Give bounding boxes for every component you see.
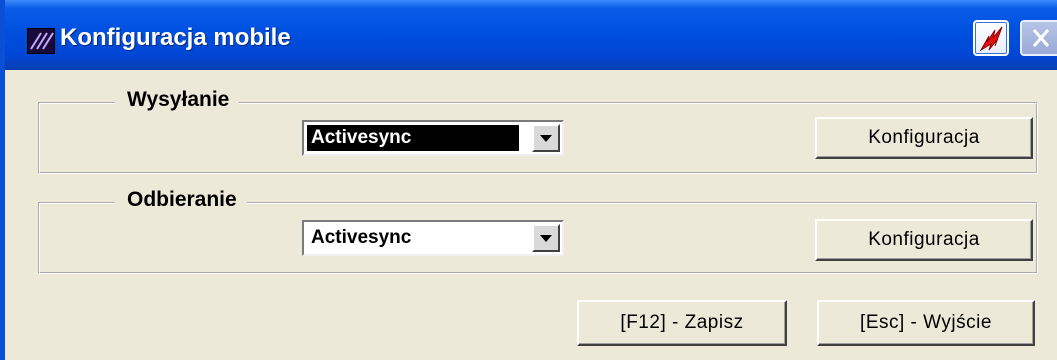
sending-method-value: Activesync — [307, 125, 519, 151]
exit-button[interactable]: [Esc] - Wyjście — [817, 300, 1035, 346]
sending-method-select[interactable]: Activesync — [302, 120, 564, 156]
sending-group-label: Wysyłanie — [115, 88, 240, 112]
lightning-icon — [979, 26, 1003, 52]
app-action-button[interactable] — [973, 20, 1009, 56]
app-logo-icon — [27, 28, 55, 54]
close-icon — [1032, 29, 1050, 47]
chevron-down-icon[interactable] — [532, 224, 560, 252]
dialog-body: Wysyłanie Activesync Konfiguracja Odbier… — [5, 70, 1057, 360]
receiving-config-button[interactable]: Konfiguracja — [815, 219, 1033, 261]
save-button[interactable]: [F12] - Zapisz — [577, 300, 787, 346]
title-bar[interactable]: Konfiguracja mobile — [5, 0, 1057, 70]
sending-config-button[interactable]: Konfiguracja — [815, 117, 1033, 159]
receiving-method-select[interactable]: Activesync — [302, 220, 564, 256]
receiving-method-value: Activesync — [311, 227, 412, 248]
window-title: Konfiguracja mobile — [60, 24, 291, 51]
receiving-group-label: Odbieranie — [115, 188, 247, 212]
close-button[interactable] — [1020, 20, 1057, 56]
chevron-down-icon[interactable] — [532, 124, 560, 152]
konfiguracja-mobile-window: Konfiguracja mobile Wysyłanie Activesync… — [0, 0, 1057, 360]
